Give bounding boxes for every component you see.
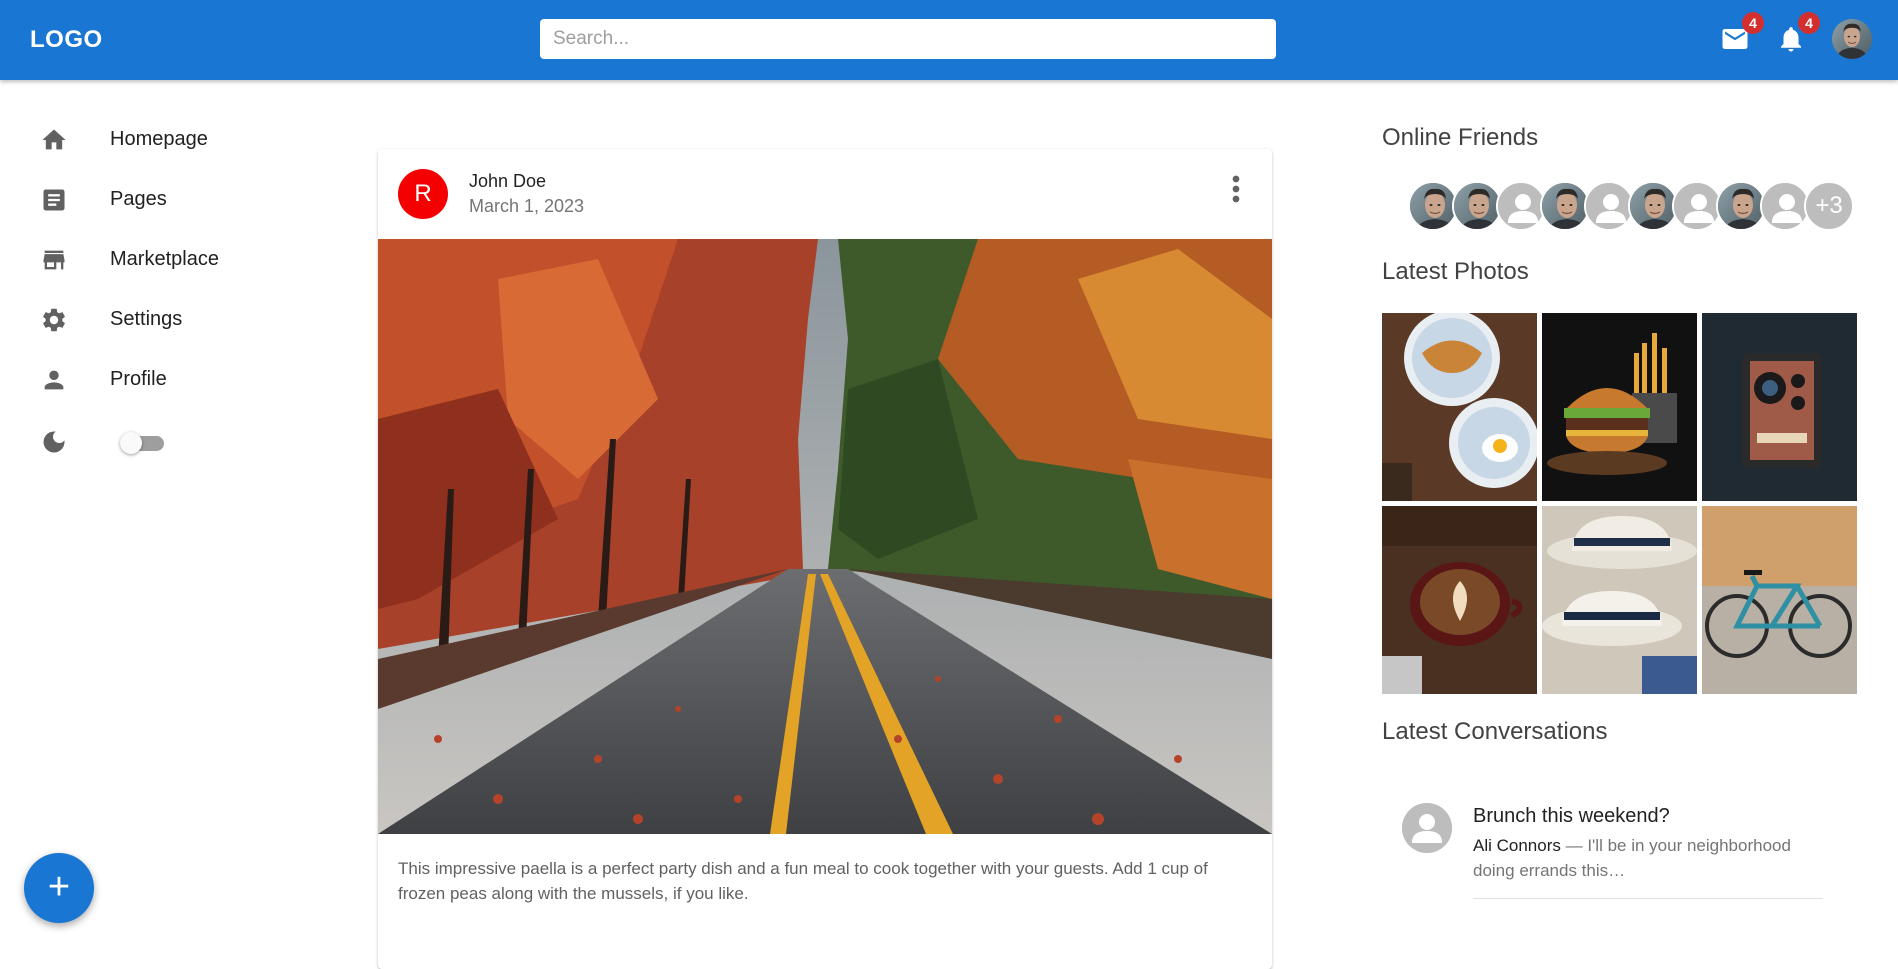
photo-thumbnail[interactable] (1382, 313, 1537, 501)
conversation-item[interactable]: Brunch this weekend? Ali Connors — I'll … (1382, 780, 1832, 900)
mail-button[interactable]: 4 (1720, 12, 1764, 54)
article-icon (43, 189, 65, 211)
friend-avatar[interactable] (1584, 181, 1634, 231)
sidebar-item-label: Profile (110, 368, 167, 390)
post-author[interactable]: John Doe (469, 171, 546, 192)
sidebar-item-homepage[interactable]: Homepage (0, 114, 300, 164)
more-friends-count[interactable]: +3 (1804, 181, 1854, 231)
latest-conversations-heading: Latest Conversations (1382, 718, 1608, 745)
person-icon (44, 370, 64, 390)
storefront-icon (43, 250, 65, 270)
conversation-sender: Ali Connors (1473, 836, 1561, 855)
post-avatar[interactable]: R (398, 169, 448, 219)
mail-badge: 4 (1742, 12, 1764, 34)
friend-avatar[interactable] (1628, 181, 1678, 231)
gear-icon (43, 308, 65, 332)
photo-thumbnail[interactable] (1702, 506, 1857, 694)
search-input[interactable] (540, 19, 1276, 59)
photo-thumbnail[interactable] (1702, 313, 1857, 501)
sidebar-item-pages[interactable]: Pages (0, 174, 300, 224)
more-vert-icon[interactable] (1216, 169, 1256, 209)
friend-avatar[interactable] (1408, 181, 1458, 231)
divider (1473, 898, 1823, 899)
conversation-preview: Ali Connors — I'll be in your neighborho… (1473, 833, 1818, 883)
friend-avatar[interactable] (1672, 181, 1722, 231)
logo[interactable]: LOGO (30, 26, 103, 54)
notifications-badge: 4 (1798, 12, 1820, 34)
friend-avatar[interactable] (1540, 181, 1590, 231)
app-bar: LOGO 4 4 (0, 0, 1898, 80)
sidebar-item-marketplace[interactable]: Marketplace (0, 234, 300, 284)
latest-photos-heading: Latest Photos (1382, 258, 1529, 285)
online-friends-group: +3 (1408, 181, 1898, 231)
post-card: R John Doe March 1, 2023 This impressive… (378, 149, 1272, 969)
add-post-button[interactable]: + (24, 853, 94, 923)
user-avatar[interactable] (1832, 19, 1872, 59)
conversation-title: Brunch this weekend? (1473, 805, 1670, 827)
sidebar-item-label: Pages (110, 188, 167, 210)
friend-avatar[interactable] (1496, 181, 1546, 231)
post-image[interactable] (378, 239, 1272, 834)
sidebar-item-label: Settings (110, 308, 183, 330)
sidebar-item-profile[interactable]: Profile (0, 354, 300, 404)
sidebar-item-label: Marketplace (110, 248, 219, 270)
photo-thumbnail[interactable] (1542, 506, 1697, 694)
online-friends-heading: Online Friends (1382, 124, 1539, 151)
notifications-button[interactable]: 4 (1776, 12, 1820, 54)
toggle-thumb (120, 432, 142, 454)
conversation-avatar (1402, 803, 1452, 853)
home-icon (42, 129, 66, 150)
photo-thumbnail[interactable] (1542, 313, 1697, 501)
sidebar-item-label: Homepage (110, 128, 208, 150)
photo-thumbnail[interactable] (1382, 506, 1537, 694)
moon-icon (43, 431, 65, 453)
post-date: March 1, 2023 (469, 196, 585, 216)
friend-avatar[interactable] (1760, 181, 1810, 231)
post-text: This impressive paella is a perfect part… (398, 859, 1208, 903)
friend-avatar[interactable] (1452, 181, 1502, 231)
sidebar-item-settings[interactable]: Settings (0, 294, 300, 344)
dark-mode-toggle[interactable] (118, 428, 172, 458)
friend-avatar[interactable] (1716, 181, 1766, 231)
